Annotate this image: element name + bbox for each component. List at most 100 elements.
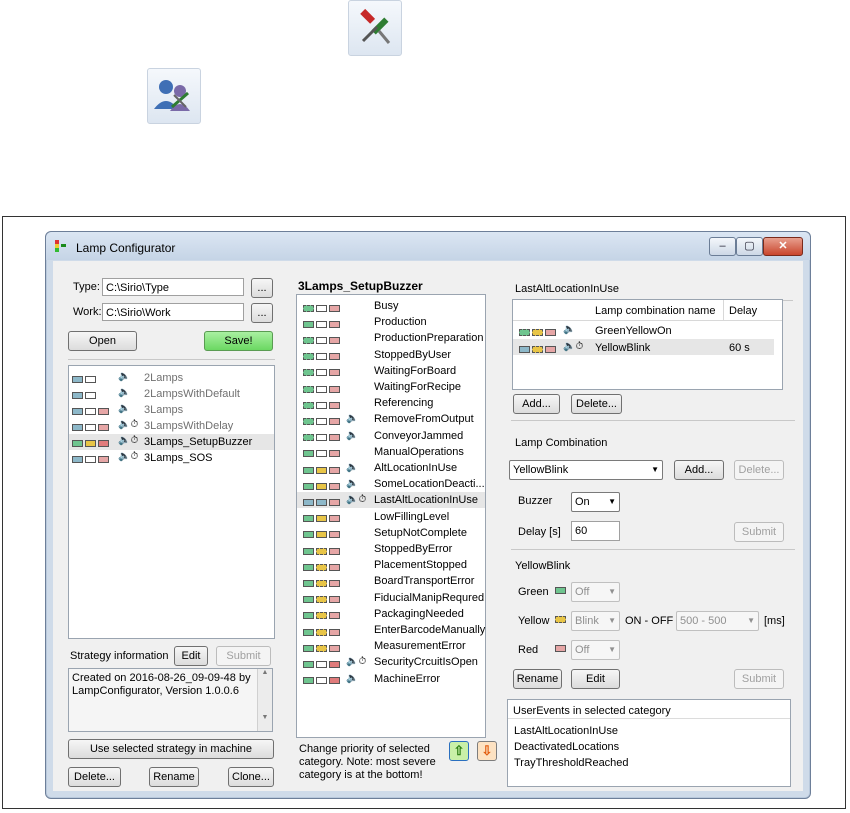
move-down-button[interactable]: ⇩ xyxy=(477,741,497,761)
category-item[interactable]: 🔈 RemoveFromOutput xyxy=(297,411,485,427)
close-button[interactable]: ✕ xyxy=(763,237,803,256)
buzzer-icon: 🔈 xyxy=(346,478,359,490)
lamp-state-icons xyxy=(303,432,342,444)
category-item[interactable]: LowFillingLevel xyxy=(297,509,485,525)
red-mode-select[interactable]: Off ▼ xyxy=(571,640,620,660)
strategy-item[interactable]: 🔈⏱ 3Lamps_SOS xyxy=(69,450,274,466)
table-row[interactable]: 🔈 GreenYellowOn xyxy=(513,322,782,338)
screwdriver-tools-icon[interactable] xyxy=(348,0,402,56)
strategy-item[interactable]: 🔈⏱ 3LampsWithDelay xyxy=(69,418,274,434)
add-combination-button[interactable]: Add... xyxy=(513,394,560,414)
category-item-selected[interactable]: 🔈⏱ LastAltLocationInUse xyxy=(297,492,485,509)
open-button[interactable]: Open xyxy=(68,331,137,351)
category-item[interactable]: 🔈 AltLocationInUse xyxy=(297,460,485,476)
category-item[interactable]: StoppedByUser xyxy=(297,347,485,363)
lamp-state-icons xyxy=(303,658,342,670)
strategy-item[interactable]: 🔈 3Lamps xyxy=(69,402,274,418)
category-item[interactable]: 🔈 ConveyorJammed xyxy=(297,428,485,444)
strategy-submit-button[interactable]: Submit xyxy=(216,646,271,666)
user-event-item[interactable]: DeactivatedLocations xyxy=(514,741,619,753)
onoff-select[interactable]: 500 - 500 ▼ xyxy=(676,611,759,631)
yellowblink-rename-button[interactable]: Rename xyxy=(513,669,562,689)
maximize-button[interactable]: ▢ xyxy=(736,237,763,256)
use-strategy-button[interactable]: Use selected strategy in machine xyxy=(68,739,274,759)
lamp-combination-submit-button[interactable]: Submit xyxy=(734,522,784,542)
table-row-selected[interactable]: 🔈⏱ YellowBlink 60 s xyxy=(513,339,774,355)
delete-strategy-button[interactable]: Delete... xyxy=(68,767,121,787)
row-name: GreenYellowOn xyxy=(595,325,672,337)
lamp-state-icons xyxy=(303,545,342,557)
buzzer-value: On xyxy=(575,496,590,508)
category-list[interactable]: Busy Production ProductionPreparation Stopp… xyxy=(296,294,486,738)
category-name: EnterBarcodeManually xyxy=(374,624,486,636)
strategy-edit-button[interactable]: Edit xyxy=(174,646,208,666)
lamp-state-icons xyxy=(303,302,342,314)
strategy-item[interactable]: 🔈 2Lamps xyxy=(69,370,274,386)
category-item[interactable]: FiducialManipRequred xyxy=(297,590,485,606)
category-item[interactable]: Busy xyxy=(297,298,485,314)
type-browse-button[interactable]: ... xyxy=(251,278,273,298)
strategy-name: 2Lamps xyxy=(144,372,184,384)
save-button[interactable]: Save! xyxy=(204,331,273,351)
category-item[interactable]: PackagingNeeded xyxy=(297,606,485,622)
lamp-state-icons xyxy=(303,513,342,525)
lamp-state-icons xyxy=(303,318,342,330)
category-item[interactable]: PlacementStopped xyxy=(297,557,485,573)
chevron-down-icon: ▼ xyxy=(747,616,755,625)
category-item[interactable]: MeasurementError xyxy=(297,638,485,654)
category-name: BoardTransportError xyxy=(374,575,475,588)
category-item[interactable]: ManualOperations xyxy=(297,444,485,460)
buzzer-select[interactable]: On ▼ xyxy=(571,492,620,512)
category-item[interactable]: 🔈⏱ SecurityCrcuitIsOpen xyxy=(297,654,485,670)
lamp-combination-add-button[interactable]: Add... xyxy=(674,460,724,480)
user-event-item[interactable]: LastAltLocationInUse xyxy=(514,725,618,737)
lamp-state-icons xyxy=(303,448,342,460)
strategy-item-selected[interactable]: 🔈⏱ 3Lamps_SetupBuzzer xyxy=(69,434,274,450)
red-lamp-icon xyxy=(555,645,566,652)
strategy-info-line1: Created on 2016-08-26_09-09-48 by xyxy=(72,672,251,684)
rename-strategy-button[interactable]: Rename xyxy=(149,767,199,787)
category-item[interactable]: BoardTransportError xyxy=(297,573,485,589)
category-item[interactable]: StoppedByError xyxy=(297,541,485,557)
user-event-item[interactable]: TrayThresholdReached xyxy=(514,757,629,769)
yellowblink-submit-button[interactable]: Submit xyxy=(734,669,784,689)
info-scrollbar[interactable]: ▲ ▼ xyxy=(257,669,272,731)
delay-field[interactable]: 60 xyxy=(571,521,620,541)
user-settings-icon[interactable] xyxy=(147,68,201,124)
minimize-button[interactable]: ‒ xyxy=(709,237,736,256)
category-item[interactable]: Referencing xyxy=(297,395,485,411)
lamp-combination-delete-button[interactable]: Delete... xyxy=(734,460,784,480)
lamp-combination-table[interactable]: Lamp combination name Delay 🔈 GreenYello… xyxy=(512,299,783,390)
move-up-button[interactable]: ⇧ xyxy=(449,741,469,761)
onoff-label: ON - OFF xyxy=(625,615,674,627)
category-item[interactable]: 🔈 MachineError xyxy=(297,671,485,687)
category-item[interactable]: ProductionPreparation xyxy=(297,330,485,346)
category-item[interactable]: EnterBarcodeManually xyxy=(297,622,485,638)
clone-strategy-button[interactable]: Clone... xyxy=(228,767,274,787)
yellow-mode-select[interactable]: Blink ▼ xyxy=(571,611,620,631)
yellow-label: Yellow xyxy=(518,615,550,627)
lamp-combination-select[interactable]: YellowBlink ▼ xyxy=(509,460,663,480)
delete-combination-button[interactable]: Delete... xyxy=(571,394,622,414)
lamp-state-icons xyxy=(303,480,342,492)
yellow-mode-value: Blink xyxy=(575,615,599,627)
green-mode-select[interactable]: Off ▼ xyxy=(571,582,620,602)
category-item[interactable]: 🔈 SomeLocationDeacti... xyxy=(297,476,485,492)
category-item[interactable]: WaitingForBoard xyxy=(297,363,485,379)
lamp-state-icons xyxy=(303,415,342,427)
strategy-list[interactable]: 🔈 2Lamps 🔈 2LampsWithDefault 🔈 3Lamps 🔈⏱… xyxy=(68,365,275,639)
chevron-down-icon: ▼ xyxy=(608,497,616,506)
work-path-field[interactable]: C:\Sirio\Work xyxy=(102,303,244,321)
category-item[interactable]: SetupNotComplete xyxy=(297,525,485,541)
category-item[interactable]: WaitingForRecipe xyxy=(297,379,485,395)
category-name: Busy xyxy=(374,300,399,312)
yellowblink-edit-button[interactable]: Edit xyxy=(571,669,620,689)
lamp-configurator-window: Lamp Configurator ‒ ▢ ✕ Type: C:\Sirio\T… xyxy=(45,231,811,799)
work-browse-button[interactable]: ... xyxy=(251,303,273,323)
category-name: RemoveFromOutput xyxy=(374,413,474,426)
type-path-field[interactable]: C:\Sirio\Type xyxy=(102,278,244,296)
category-name: PlacementStopped xyxy=(374,559,467,572)
category-item[interactable]: Production xyxy=(297,314,485,330)
strategy-item[interactable]: 🔈 2LampsWithDefault xyxy=(69,386,274,402)
lamp-state-icons xyxy=(303,399,342,411)
